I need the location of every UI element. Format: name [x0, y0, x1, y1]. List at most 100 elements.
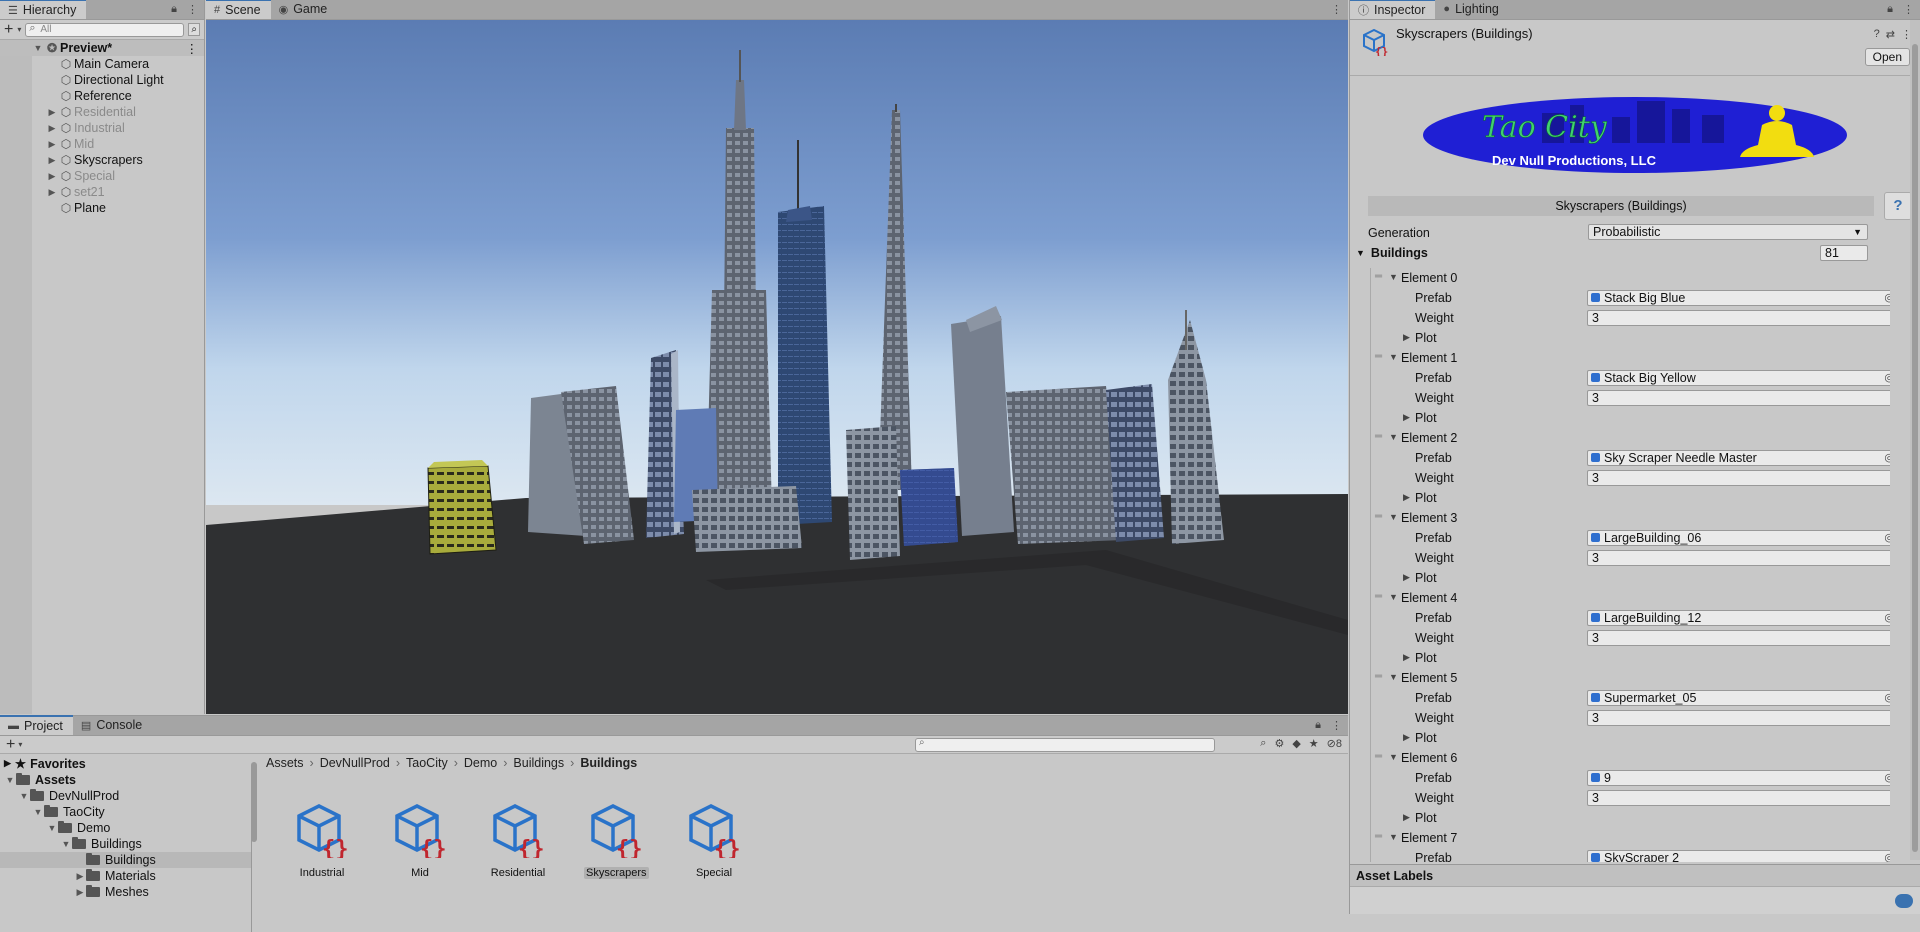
- hierarchy-item[interactable]: ⬡ Reference: [0, 88, 204, 104]
- plot-foldout[interactable]: ▶ Plot: [1371, 648, 1890, 668]
- plot-foldout[interactable]: ▶ Plot: [1371, 488, 1890, 508]
- breadcrumb-item[interactable]: Demo: [464, 756, 497, 770]
- weight-field[interactable]: 3: [1587, 390, 1890, 406]
- folder-tree-item[interactable]: ▼ Assets: [0, 772, 251, 788]
- kebab-menu-icon[interactable]: ⋮: [186, 41, 199, 56]
- buildings-foldout[interactable]: ▼ Buildings: [1356, 243, 1428, 263]
- element-foldout[interactable]: ═ ▼ Element 7: [1371, 828, 1890, 848]
- object-picker-icon[interactable]: ◎: [1884, 451, 1890, 465]
- kebab-menu-icon[interactable]: ⋮: [1331, 719, 1342, 732]
- plot-foldout[interactable]: ▶ Plot: [1371, 728, 1890, 748]
- drag-handle-icon[interactable]: ═: [1375, 591, 1382, 602]
- element-foldout[interactable]: ═ ▼ Element 5: [1371, 668, 1890, 688]
- drag-handle-icon[interactable]: ═: [1375, 831, 1382, 842]
- hierarchy-search-input[interactable]: All: [25, 22, 185, 37]
- object-picker-icon[interactable]: ◎: [1884, 371, 1890, 385]
- breadcrumb-item[interactable]: TaoCity: [406, 756, 448, 770]
- kebab-menu-icon[interactable]: ⋮: [187, 3, 198, 16]
- weight-field[interactable]: 3: [1587, 630, 1890, 646]
- asset-labels-header[interactable]: Asset Labels: [1350, 864, 1920, 886]
- chevron-down-icon[interactable]: ▾: [17, 25, 21, 34]
- tab-hierarchy[interactable]: ☰ Hierarchy: [0, 0, 87, 19]
- object-picker-icon[interactable]: ◎: [1884, 291, 1890, 305]
- element-foldout[interactable]: ═ ▼ Element 6: [1371, 748, 1890, 768]
- hierarchy-item[interactable]: ⬡ Main Camera: [0, 56, 204, 72]
- tab-lighting[interactable]: ● Lighting: [1435, 0, 1508, 19]
- filter-icon[interactable]: ⚙: [1274, 737, 1284, 750]
- drag-handle-icon[interactable]: ═: [1375, 431, 1382, 442]
- element-foldout[interactable]: ═ ▼ Element 0: [1371, 268, 1890, 288]
- folder-tree-item[interactable]: ▶ Materials: [0, 868, 251, 884]
- folder-tree-item[interactable]: ▼ Buildings: [0, 836, 251, 852]
- help-icon[interactable]: ?: [1874, 28, 1880, 41]
- preset-icon[interactable]: ⇄: [1886, 28, 1895, 41]
- hierarchy-item[interactable]: ▶ ⬡ Residential: [0, 104, 204, 120]
- breadcrumb-item[interactable]: Buildings: [513, 756, 564, 770]
- drag-handle-icon[interactable]: ═: [1375, 351, 1382, 362]
- object-picker-icon[interactable]: ◎: [1884, 531, 1890, 545]
- breadcrumb-item[interactable]: Assets: [266, 756, 304, 770]
- object-picker-icon[interactable]: ◎: [1884, 851, 1890, 862]
- hierarchy-item[interactable]: ▶ ⬡ Industrial: [0, 120, 204, 136]
- asset-tile[interactable]: {} Skyscrapers: [584, 800, 649, 879]
- element-foldout[interactable]: ═ ▼ Element 1: [1371, 348, 1890, 368]
- inspector-scrollbar[interactable]: [1910, 20, 1920, 860]
- hierarchy-item[interactable]: ▶ ⬡ Special: [0, 168, 204, 184]
- help-button[interactable]: ?: [1884, 192, 1912, 220]
- prefab-object-field[interactable]: SkyScraper 2 ◎: [1587, 850, 1890, 862]
- favorite-star-icon[interactable]: ★: [1309, 737, 1319, 750]
- expand-arrow-icon[interactable]: ▶: [46, 107, 58, 118]
- tab-console[interactable]: ▤ Console: [73, 715, 152, 735]
- hierarchy-item[interactable]: ▶ ⬡ Skyscrapers: [0, 152, 204, 168]
- prefab-object-field[interactable]: LargeBuilding_06 ◎: [1587, 530, 1890, 546]
- asset-tile[interactable]: {} Mid: [388, 800, 452, 879]
- prefab-object-field[interactable]: 9◎: [1587, 770, 1890, 786]
- expand-arrow-icon[interactable]: ▼: [4, 775, 16, 785]
- scrollbar-thumb[interactable]: [1912, 44, 1918, 852]
- scene-row[interactable]: ▼ ✪ Preview* ⋮: [0, 40, 204, 56]
- hierarchy-item[interactable]: ⬡ Plane: [0, 200, 204, 216]
- expand-arrow-icon[interactable]: ▶: [74, 871, 86, 882]
- expand-arrow-icon[interactable]: ▶: [74, 887, 86, 898]
- prefab-object-field[interactable]: Sky Scraper Needle Master ◎: [1587, 450, 1890, 466]
- buildings-count-field[interactable]: 81: [1820, 245, 1868, 261]
- scene-viewport[interactable]: [206, 20, 1348, 714]
- chevron-down-icon[interactable]: ▾: [18, 740, 22, 749]
- expand-arrow-icon[interactable]: ▼: [60, 839, 72, 849]
- lock-icon[interactable]: 🔒︎: [171, 3, 177, 16]
- asset-tile[interactable]: {} Special: [682, 800, 746, 879]
- hidden-packages-icon[interactable]: ⊘8: [1327, 737, 1342, 750]
- kebab-menu-icon[interactable]: ⋮: [1331, 3, 1342, 16]
- weight-field[interactable]: 3: [1587, 790, 1890, 806]
- hierarchy-item[interactable]: ⬡ Directional Light: [0, 72, 204, 88]
- tag-icon[interactable]: [1895, 894, 1913, 908]
- drag-handle-icon[interactable]: ═: [1375, 271, 1382, 282]
- tab-inspector[interactable]: ⓘ Inspector: [1350, 0, 1436, 19]
- expand-arrow-icon[interactable]: ▶: [46, 155, 58, 166]
- expand-arrow-icon[interactable]: ▶: [46, 187, 58, 198]
- generation-dropdown[interactable]: Probabilistic ▼: [1588, 224, 1868, 240]
- tree-scrollbar[interactable]: [250, 756, 258, 916]
- project-search-input[interactable]: [915, 737, 1215, 752]
- expand-arrow-icon[interactable]: ▼: [32, 43, 44, 53]
- folder-tree-item[interactable]: ▶ Meshes: [0, 884, 251, 900]
- object-picker-icon[interactable]: ◎: [1884, 771, 1890, 785]
- create-button[interactable]: +: [4, 21, 13, 37]
- asset-tile[interactable]: {} Residential: [486, 800, 550, 879]
- expand-arrow-icon[interactable]: ▼: [32, 807, 44, 817]
- search-options-icon[interactable]: ⌕: [188, 23, 200, 36]
- expand-arrow-icon[interactable]: ▶: [46, 171, 58, 182]
- open-button[interactable]: Open: [1864, 48, 1910, 66]
- prefab-object-field[interactable]: LargeBuilding_12 ◎: [1587, 610, 1890, 626]
- favorites-row[interactable]: ▶ ★ Favorites: [4, 756, 86, 772]
- folder-tree-item[interactable]: Buildings: [0, 852, 251, 868]
- breadcrumb-item[interactable]: DevNullProd: [320, 756, 390, 770]
- plot-foldout[interactable]: ▶ Plot: [1371, 568, 1890, 588]
- label-filter-icon[interactable]: ◆: [1292, 737, 1300, 750]
- weight-field[interactable]: 3: [1587, 710, 1890, 726]
- weight-field[interactable]: 3: [1587, 470, 1890, 486]
- object-picker-icon[interactable]: ◎: [1884, 691, 1890, 705]
- scrollbar-thumb[interactable]: [251, 762, 257, 842]
- element-foldout[interactable]: ═ ▼ Element 2: [1371, 428, 1890, 448]
- prefab-object-field[interactable]: Supermarket_05 ◎: [1587, 690, 1890, 706]
